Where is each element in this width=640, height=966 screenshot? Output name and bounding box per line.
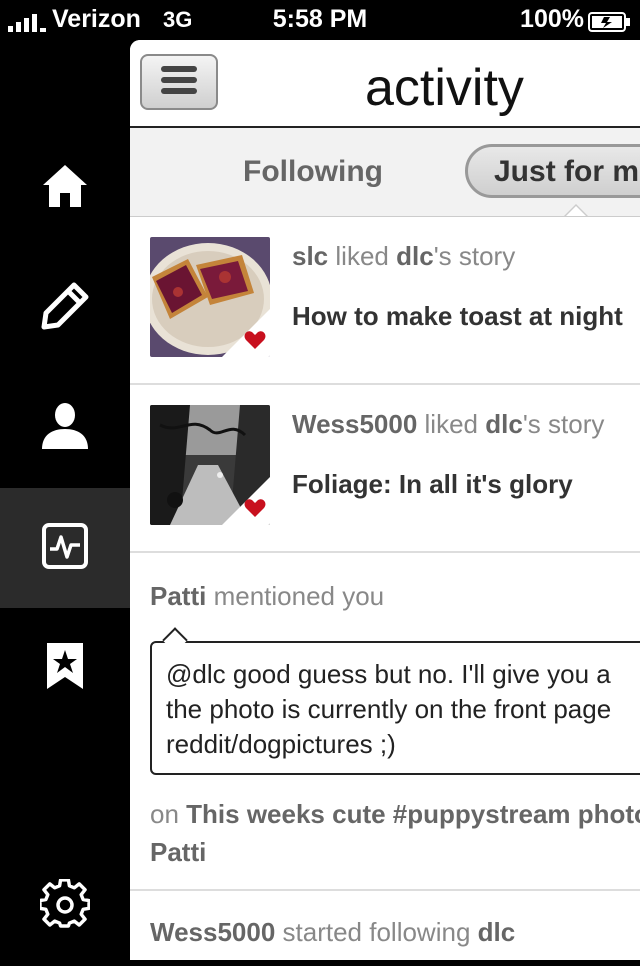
actor-username[interactable]: Wess5000 — [150, 917, 275, 947]
list-item[interactable]: Wess5000 liked dlc's story Foliage: In a… — [130, 385, 640, 553]
activity-feed: slc liked dlc's story How to make toast … — [130, 217, 640, 960]
sidebar-item-activity[interactable] — [0, 488, 130, 608]
list-item[interactable]: Patti mentioned you @dlc good guess but … — [130, 553, 640, 891]
tab-just-for-me[interactable]: Just for me — [465, 144, 640, 198]
activity-panel: activity Following Just for me slc liked… — [130, 40, 640, 960]
list-item[interactable]: Wess5000 started following dlc — [130, 891, 640, 960]
story-title[interactable]: How to make toast at night — [292, 301, 623, 332]
activity-text: Wess5000 liked dlc's story — [292, 409, 605, 439]
actor-username[interactable]: slc — [292, 241, 328, 271]
sidebar — [0, 40, 130, 960]
tab-following[interactable]: Following — [243, 144, 383, 200]
nav-bar: activity — [130, 40, 640, 128]
heart-icon — [244, 330, 266, 355]
profile-icon — [40, 401, 90, 456]
home-icon — [41, 162, 89, 215]
sidebar-item-write[interactable] — [0, 248, 130, 368]
story-title[interactable]: Foliage: In all it's glory — [292, 469, 573, 500]
selected-tab-caret-fill — [566, 206, 586, 216]
story-link[interactable]: This weeks cute #puppystream photo — [186, 799, 640, 829]
sidebar-item-profile[interactable] — [0, 368, 130, 488]
bookmark-star-icon — [45, 641, 85, 696]
page-title: activity — [365, 59, 524, 117]
actor-username[interactable]: Patti — [150, 581, 206, 611]
battery-icon — [588, 10, 632, 39]
activity-text: Patti mentioned you — [150, 581, 385, 611]
sidebar-item-bookmarks[interactable] — [0, 608, 130, 728]
actor-username[interactable]: Wess5000 — [292, 409, 417, 439]
story-thumbnail[interactable] — [150, 405, 270, 525]
battery-percent: 100% — [520, 5, 584, 33]
owner-username[interactable]: dlc — [485, 409, 523, 439]
activity-icon — [42, 522, 88, 574]
status-bar: Verizon 3G 5:58 PM 100% — [0, 0, 640, 40]
pencil-icon — [40, 281, 90, 336]
sidebar-item-settings[interactable] — [0, 846, 130, 966]
activity-text: slc liked dlc's story — [292, 241, 516, 271]
story-thumbnail[interactable] — [150, 237, 270, 357]
author-username[interactable]: Patti — [150, 837, 206, 867]
heart-icon — [244, 498, 266, 523]
activity-text: Wess5000 started following dlc — [150, 917, 516, 947]
owner-username[interactable]: dlc — [396, 241, 434, 271]
mention-comment[interactable]: @dlc good guess but no. I'll give you a … — [150, 641, 640, 775]
mention-handle: @dlc — [166, 659, 226, 689]
menu-button[interactable] — [140, 54, 218, 110]
sidebar-item-home[interactable] — [0, 128, 130, 248]
list-item[interactable]: slc liked dlc's story How to make toast … — [130, 217, 640, 385]
hamburger-icon — [160, 64, 198, 101]
gear-icon — [38, 877, 91, 934]
target-username[interactable]: dlc — [478, 917, 516, 947]
mention-context: on This weeks cute #puppystream photo Pa… — [150, 795, 640, 871]
